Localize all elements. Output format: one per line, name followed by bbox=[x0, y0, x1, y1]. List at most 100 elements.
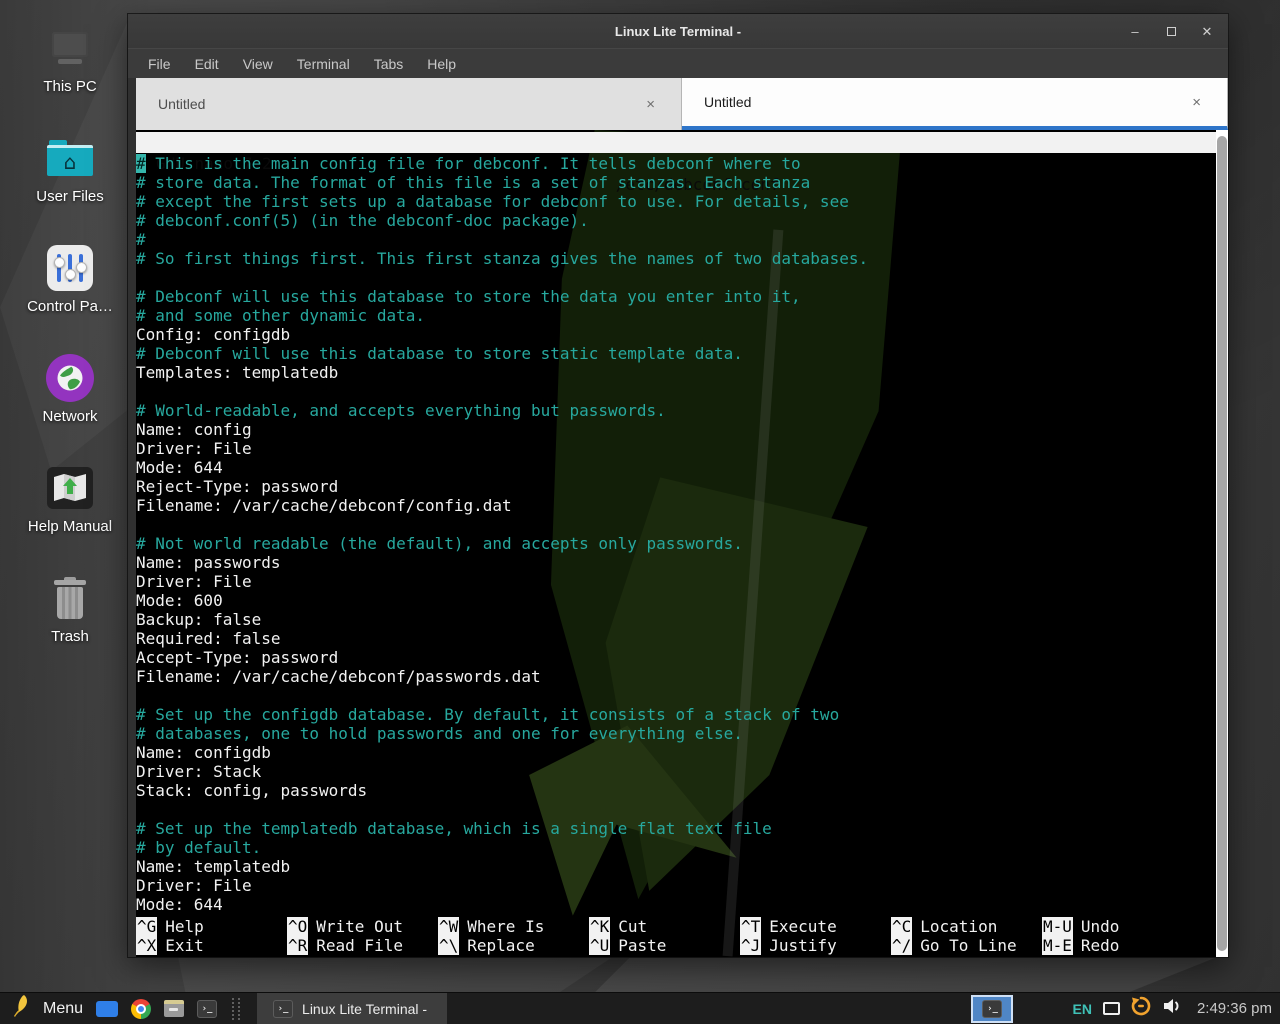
tab-bar: Untitled×Untitled× bbox=[136, 78, 1228, 130]
shortcut-key: ^C bbox=[891, 917, 912, 936]
volume-icon[interactable] bbox=[1162, 997, 1182, 1020]
nano-shortcut-bar: ^GHelp^OWrite Out^WWhere Is^KCut^TExecut… bbox=[136, 917, 1216, 955]
menu-help[interactable]: Help bbox=[427, 56, 456, 72]
shortcut-key: ^/ bbox=[891, 936, 912, 955]
chrome-icon[interactable] bbox=[131, 999, 151, 1019]
editor-line: # store data. The format of this file is… bbox=[136, 173, 1216, 192]
editor-line: Driver: File bbox=[136, 876, 1216, 895]
desktop-icon-this-pc[interactable]: This PC bbox=[4, 20, 136, 130]
shortcut-label: Location bbox=[920, 917, 997, 936]
menu-terminal[interactable]: Terminal bbox=[297, 56, 350, 72]
shortcut-key: ^U bbox=[589, 936, 610, 955]
editor-content: # This is the main config file for debco… bbox=[136, 154, 1216, 914]
editor-line: Mode: 644 bbox=[136, 895, 1216, 914]
nano-shortcut: ^GHelp bbox=[136, 917, 204, 936]
computer-icon bbox=[52, 20, 88, 76]
editor-line: Mode: 600 bbox=[136, 591, 1216, 610]
scrollbar[interactable] bbox=[1216, 130, 1228, 957]
window-titlebar[interactable]: Linux Lite Terminal - – ✕ bbox=[128, 14, 1228, 48]
active-window-preview[interactable]: ›_ bbox=[971, 995, 1013, 1023]
editor-line: Templates: templatedb bbox=[136, 363, 1216, 382]
shortcut-label: Paste bbox=[618, 936, 666, 955]
shortcut-key: ^R bbox=[287, 936, 308, 955]
editor-line: # Debconf will use this database to stor… bbox=[136, 287, 1216, 306]
shortcut-key: M-U bbox=[1042, 917, 1073, 936]
editor-line: # by default. bbox=[136, 838, 1216, 857]
editor-line: Driver: Stack bbox=[136, 762, 1216, 781]
tab-label: Untitled bbox=[682, 94, 1192, 110]
desktop-icon-network[interactable]: Network bbox=[4, 350, 136, 460]
shortcut-label: Execute bbox=[769, 917, 836, 936]
nano-shortcut: ^\Replace bbox=[438, 936, 535, 955]
updates-icon[interactable] bbox=[1131, 996, 1151, 1021]
editor-line bbox=[136, 800, 1216, 819]
nano-shortcut: ^C Location bbox=[891, 917, 997, 936]
editor-line: # Set up the templatedb database, which … bbox=[136, 819, 1216, 838]
maximize-icon[interactable] bbox=[1164, 25, 1178, 38]
shortcut-label: Redo bbox=[1081, 936, 1120, 955]
shortcut-label: Read File bbox=[316, 936, 403, 955]
taskbar-window-label: Linux Lite Terminal - bbox=[302, 1001, 427, 1017]
show-desktop-icon[interactable] bbox=[96, 1001, 118, 1017]
tab-1[interactable]: Untitled× bbox=[136, 78, 682, 130]
editor-line: Name: templatedb bbox=[136, 857, 1216, 876]
menu-bar: File Edit View Terminal Tabs Help bbox=[128, 48, 1228, 78]
editor-line: # Debconf will use this database to stor… bbox=[136, 344, 1216, 363]
shortcut-key: ^X bbox=[136, 936, 157, 955]
editor-line: # So first things first. This first stan… bbox=[136, 249, 1216, 268]
terminal-launcher-icon[interactable]: ›_ bbox=[197, 1000, 217, 1018]
desktop-icon-trash[interactable]: Trash bbox=[4, 570, 136, 680]
scrollbar-thumb[interactable] bbox=[1217, 136, 1227, 951]
trash-icon bbox=[54, 570, 86, 626]
nano-titlebar: GNU nano 7.2 /etc/debconf.conf bbox=[136, 132, 1216, 153]
close-icon[interactable]: ✕ bbox=[1200, 25, 1214, 38]
desktop-icon-control-panel[interactable]: Control Pa… bbox=[4, 240, 136, 350]
window-controls: – ✕ bbox=[1128, 14, 1214, 48]
linuxlite-logo-icon[interactable] bbox=[10, 994, 30, 1023]
desktop-icon-list: This PC⌂User FilesControl Pa… Network Help… bbox=[4, 20, 136, 680]
display-icon[interactable] bbox=[1103, 1002, 1120, 1015]
launcher-group: ›_ bbox=[96, 999, 217, 1019]
keyboard-layout-indicator[interactable]: EN bbox=[1072, 1001, 1091, 1017]
editor-line: # Set up the configdb database. By defau… bbox=[136, 705, 1216, 724]
nano-shortcut: M-UUndo bbox=[1042, 917, 1119, 936]
shortcut-label: Write Out bbox=[316, 917, 403, 936]
file-manager-icon[interactable] bbox=[164, 1000, 184, 1017]
editor-line: Config: configdb bbox=[136, 325, 1216, 344]
menu-file[interactable]: File bbox=[148, 56, 171, 72]
editor-line: # except the first sets up a database fo… bbox=[136, 192, 1216, 211]
minimize-icon[interactable]: – bbox=[1128, 25, 1142, 38]
terminal-screen[interactable]: GNU nano 7.2 /etc/debconf.conf # This is… bbox=[136, 130, 1228, 957]
shortcut-key: ^O bbox=[287, 917, 308, 936]
taskbar-window-button[interactable]: ›_ Linux Lite Terminal - bbox=[257, 993, 447, 1024]
menu-button[interactable]: Menu bbox=[43, 1000, 83, 1018]
nano-shortcut: ^KCut bbox=[589, 917, 647, 936]
menu-edit[interactable]: Edit bbox=[195, 56, 219, 72]
editor-line: # databases, one to hold passwords and o… bbox=[136, 724, 1216, 743]
shortcut-key: ^J bbox=[740, 936, 761, 955]
tab-2[interactable]: Untitled× bbox=[682, 78, 1228, 130]
clock[interactable]: 2:49:36 pm bbox=[1193, 1000, 1272, 1017]
editor-line: Backup: false bbox=[136, 610, 1216, 629]
shortcut-label: Where Is bbox=[467, 917, 544, 936]
editor-line bbox=[136, 686, 1216, 705]
menu-view[interactable]: View bbox=[243, 56, 273, 72]
system-tray: ›_ EN 2:49:36 pm bbox=[971, 993, 1280, 1024]
tab-close-icon[interactable]: × bbox=[646, 96, 681, 113]
editor-line: Name: configdb bbox=[136, 743, 1216, 762]
nano-shortcut: ^O Write Out bbox=[287, 917, 403, 936]
editor-line: Mode: 644 bbox=[136, 458, 1216, 477]
shortcut-key: ^\ bbox=[438, 936, 459, 955]
desktop-icon-help-manual[interactable]: Help Manual bbox=[4, 460, 136, 570]
editor-line: Driver: File bbox=[136, 439, 1216, 458]
editor-line: Required: false bbox=[136, 629, 1216, 648]
editor-line: # Not world readable (the default), and … bbox=[136, 534, 1216, 553]
nano-shortcut-row: ^XExit^RRead File^\Replace^UPaste^JJusti… bbox=[136, 936, 1216, 955]
panel-handle-icon[interactable] bbox=[232, 998, 240, 1020]
desktop-icon-user-files[interactable]: ⌂User Files bbox=[4, 130, 136, 240]
tab-close-icon[interactable]: × bbox=[1192, 94, 1227, 111]
menu-tabs[interactable]: Tabs bbox=[374, 56, 404, 72]
desktop-icon-label: Network bbox=[42, 408, 97, 425]
editor-line: Name: config bbox=[136, 420, 1216, 439]
desktop-icon-label: User Files bbox=[36, 188, 104, 205]
